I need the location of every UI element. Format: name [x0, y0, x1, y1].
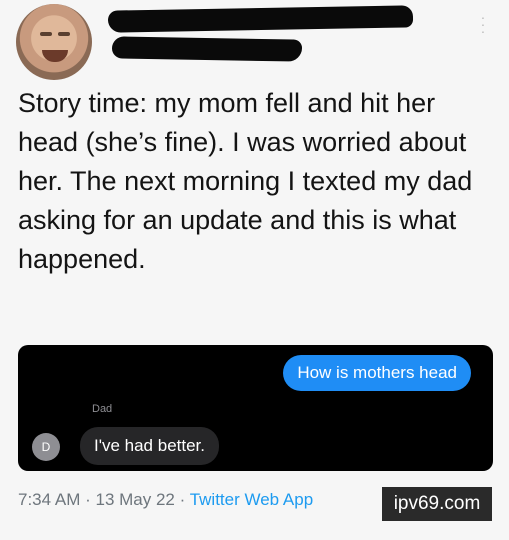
incoming-message-bubble: I've had better.	[80, 427, 219, 465]
contact-avatar: D	[32, 433, 60, 461]
avatar-mouth	[42, 50, 68, 62]
meta-separator: ·	[174, 490, 190, 509]
redacted-username	[111, 36, 303, 62]
tweet-text: Story time: my mom fell and hit her head…	[18, 88, 473, 274]
tweet-date[interactable]: 13 May 22	[95, 490, 174, 509]
avatar-eye	[40, 32, 52, 36]
tweet-source-link[interactable]: Twitter Web App	[190, 490, 313, 509]
tweet-time[interactable]: 7:34 AM	[18, 490, 80, 509]
watermark: ipv69.com	[382, 487, 492, 521]
avatar-eye	[58, 32, 70, 36]
more-vertical-icon[interactable]: · · ·	[480, 10, 486, 38]
redacted-display-name	[107, 5, 414, 33]
tweet-card: · · · Story time: my mom fell and hit her …	[0, 0, 509, 540]
outgoing-message-bubble: How is mothers head	[283, 355, 471, 391]
tweet-meta: 7:34 AM · 13 May 22 · Twitter Web App	[18, 490, 313, 510]
message-screenshot: How is mothers head Dad D I've had bette…	[18, 345, 493, 471]
sender-name: Dad	[92, 403, 113, 415]
avatar[interactable]	[16, 4, 92, 80]
meta-separator: ·	[80, 490, 96, 509]
